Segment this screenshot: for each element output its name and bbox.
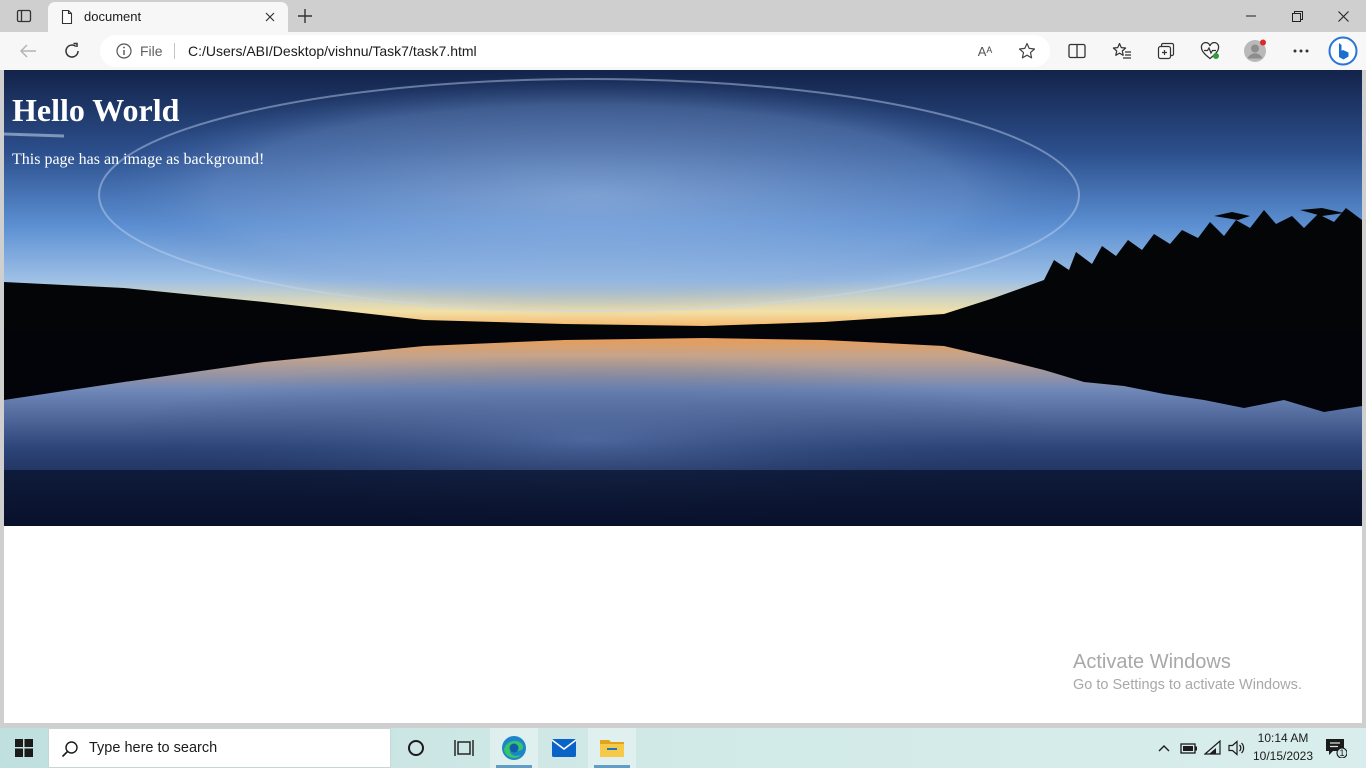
new-tab-button[interactable]: [292, 4, 318, 28]
task-view-button[interactable]: [440, 728, 488, 768]
task-view-icon: [454, 739, 474, 757]
plus-icon: [298, 9, 312, 23]
taskbar: Type here to search 10:14 AM 10/15/2023 …: [0, 728, 1366, 768]
browser-toolbar: File C:/Users/ABI/Desktop/vishnu/Task7/t…: [0, 32, 1366, 70]
taskbar-edge-button[interactable]: [490, 728, 538, 768]
split-screen-button[interactable]: [1062, 36, 1092, 66]
minimize-button[interactable]: [1228, 0, 1274, 32]
restore-icon: [1291, 10, 1303, 22]
browser-essentials-icon: [1200, 42, 1220, 60]
restore-button[interactable]: [1274, 0, 1320, 32]
start-button[interactable]: [0, 728, 48, 768]
site-info-button[interactable]: File: [116, 42, 176, 60]
tab-document[interactable]: document: [48, 2, 288, 32]
wifi-icon: [1204, 740, 1222, 756]
taskbar-search-box[interactable]: Type here to search: [48, 728, 391, 768]
bing-copilot-button[interactable]: [1327, 35, 1359, 67]
refresh-icon: [63, 42, 81, 60]
page-viewport: Hello World This page has an image as ba…: [4, 70, 1362, 723]
tab-actions-icon: [16, 8, 32, 24]
notification-count: 1: [1339, 747, 1345, 758]
chevron-up-icon: [1158, 744, 1170, 752]
search-icon: [61, 740, 79, 758]
edge-icon: [501, 735, 527, 761]
network-button[interactable]: [1202, 728, 1224, 768]
mail-icon: [551, 738, 577, 758]
activate-windows-title: Activate Windows: [1073, 651, 1231, 673]
address-separator: [174, 43, 175, 59]
page-heading: Hello World: [12, 92, 180, 128]
back-arrow-icon: [19, 43, 37, 59]
file-explorer-icon: [599, 737, 625, 759]
refresh-button[interactable]: [57, 36, 87, 66]
clock-time[interactable]: 10:14 AM: [1252, 731, 1314, 745]
tab-strip: document: [0, 0, 1366, 32]
close-icon: [1337, 10, 1349, 22]
taskbar-mail-button[interactable]: [540, 728, 588, 768]
volume-button[interactable]: [1225, 728, 1249, 768]
site-info-label: File: [140, 43, 163, 59]
tab-close-button[interactable]: [260, 7, 280, 27]
url-text[interactable]: C:/Users/ABI/Desktop/vishnu/Task7/task7.…: [188, 43, 477, 59]
bing-icon: [1328, 36, 1358, 66]
read-aloud-button[interactable]: Aᴬ: [972, 39, 998, 63]
page-paragraph: This page has an image as background!: [12, 151, 265, 168]
background-image: Hello World This page has an image as ba…: [4, 70, 1362, 526]
tab-actions-button[interactable]: [8, 4, 40, 28]
notification-icon: 1: [1325, 738, 1347, 758]
battery-icon: [1180, 742, 1198, 754]
read-aloud-icon: Aᴬ: [977, 43, 993, 59]
lake-sunset-background: [4, 70, 1362, 526]
profile-avatar-icon: [1243, 39, 1267, 63]
notification-center-button[interactable]: 1: [1316, 728, 1356, 768]
collections-icon: [1157, 42, 1175, 60]
tab-title: document: [84, 9, 142, 24]
address-bar[interactable]: File C:/Users/ABI/Desktop/vishnu/Task7/t…: [100, 35, 1050, 67]
profile-button[interactable]: [1240, 36, 1270, 66]
split-screen-icon: [1068, 43, 1086, 59]
back-button[interactable]: [13, 36, 43, 66]
volume-icon: [1228, 740, 1246, 756]
more-icon: [1293, 49, 1309, 53]
page-icon: [59, 9, 75, 25]
favorites-button[interactable]: [1107, 36, 1137, 66]
activate-windows-subtitle: Go to Settings to activate Windows.: [1073, 677, 1302, 693]
clock-date[interactable]: 10/15/2023: [1252, 749, 1314, 763]
more-button[interactable]: [1286, 36, 1316, 66]
favorites-icon: [1112, 42, 1132, 60]
cortana-icon: [407, 739, 425, 757]
minimize-icon: [1246, 11, 1256, 21]
windows-logo-icon: [15, 739, 33, 757]
star-icon: [1018, 42, 1036, 60]
show-hidden-icons-button[interactable]: [1152, 728, 1176, 768]
search-placeholder: Type here to search: [89, 740, 218, 756]
battery-button[interactable]: [1178, 728, 1200, 768]
info-icon: [116, 43, 132, 59]
window-close-button[interactable]: [1320, 0, 1366, 32]
add-favorite-button[interactable]: [1014, 39, 1040, 63]
close-icon: [265, 12, 275, 22]
browser-essentials-button[interactable]: [1195, 36, 1225, 66]
cortana-button[interactable]: [392, 728, 440, 768]
collections-button[interactable]: [1151, 36, 1181, 66]
taskbar-file-explorer-button[interactable]: [588, 728, 636, 768]
